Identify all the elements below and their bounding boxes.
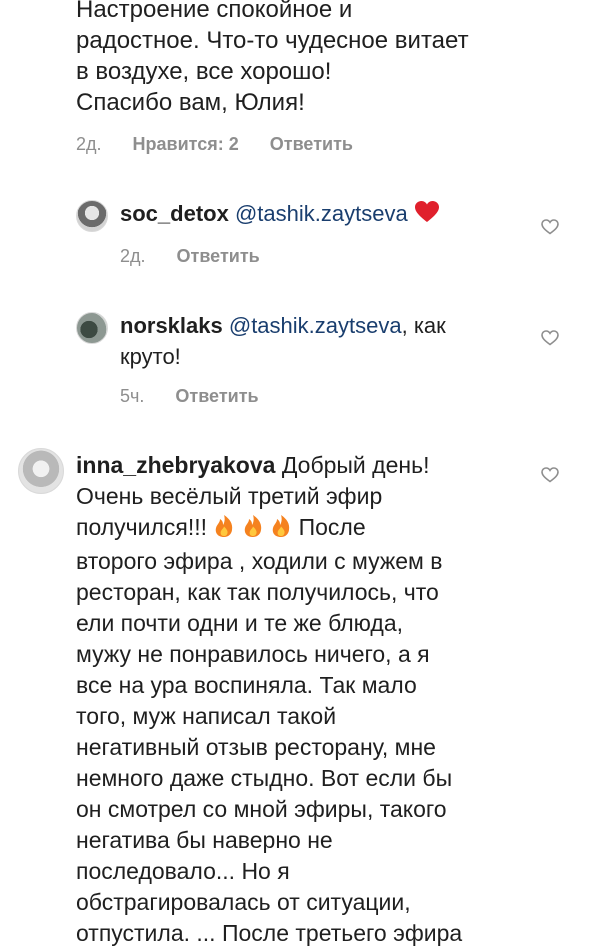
comment-text: все на ура воспиняла. Так мало (76, 672, 417, 698)
mention-link[interactable]: @tashik.zaytseva (229, 313, 402, 338)
reply-meta: 2д. Ответить (120, 246, 260, 267)
top-comment-body: Настроение спокойное и радостное. Что-то… (76, 0, 556, 118)
timestamp: 2д. (76, 134, 102, 154)
comment-text: негативный отзыв ресторану, мне (76, 734, 436, 760)
timestamp: 5ч. (120, 386, 145, 406)
username[interactable]: soc_detox (120, 201, 229, 226)
comment-text: Очень весёлый третий эфир (76, 483, 383, 509)
username[interactable]: inna_zhebryakova (76, 452, 275, 478)
comment-text: ели почти одни и те же блюда, (76, 610, 403, 636)
main-comment-body: inna_zhebryakova Добрый день! Очень весё… (76, 450, 536, 949)
comment-text: негатива бы наверно не (76, 827, 333, 853)
avatar[interactable] (76, 312, 108, 344)
comment-text: второго эфира , ходили с мужем в (76, 548, 443, 574)
like-heart-icon[interactable] (541, 467, 559, 488)
reply-comment: norsklaks @tashik.zaytseva, как круто! (120, 310, 540, 372)
comment-text: того, муж написал такой (76, 703, 337, 729)
reply-button[interactable]: Ответить (177, 246, 260, 266)
fire-emoji (213, 514, 235, 546)
reply-meta: 5ч. Ответить (120, 386, 259, 407)
comment-text: После (298, 514, 366, 540)
top-comment-line: в воздухе, все хорошо! (76, 58, 332, 85)
reply-text: , как (401, 313, 446, 338)
top-comment-line: радостное. Что-то чудесное витает (76, 27, 469, 54)
comment-text: ресторан, как так получилось, что (76, 579, 439, 605)
username[interactable]: norsklaks (120, 313, 223, 338)
comment-text: обстрагировалась от ситуации, (76, 889, 411, 915)
comment-text: получился!!! (76, 514, 208, 540)
likes-count[interactable]: Нравится: 2 (133, 134, 239, 154)
top-comment-line: Настроение спокойное и (76, 0, 353, 23)
comment-text: немного даже стыдно. Вот если бы (76, 765, 453, 791)
comment-text: последовало... Но я (76, 858, 290, 884)
avatar[interactable] (18, 448, 64, 494)
red-heart-emoji (414, 200, 440, 232)
mention-link[interactable]: @tashik.zaytseva (235, 201, 408, 226)
comment-text: он смотрел со мной эфиры, такого (76, 796, 447, 822)
reply-text: круто! (120, 344, 181, 369)
comment-text: Добрый день! (281, 452, 430, 478)
fire-emoji (270, 514, 292, 546)
top-comment-line: Спасибо вам, Юлия! (76, 89, 305, 116)
avatar[interactable] (76, 200, 108, 232)
comment-text: отпустила. ... После третьего эфира (76, 920, 463, 946)
like-heart-icon[interactable] (541, 219, 559, 240)
top-comment-meta: 2д. Нравится: 2 Ответить (76, 134, 353, 155)
timestamp: 2д. (120, 246, 146, 266)
fire-emoji (242, 514, 264, 546)
reply-button[interactable]: Ответить (270, 134, 353, 154)
reply-comment: soc_detox @tashik.zaytseva (120, 198, 540, 232)
reply-button[interactable]: Ответить (175, 386, 258, 406)
like-heart-icon[interactable] (541, 330, 559, 351)
comment-text: мужу не понравилось ничего, а я (76, 641, 430, 667)
